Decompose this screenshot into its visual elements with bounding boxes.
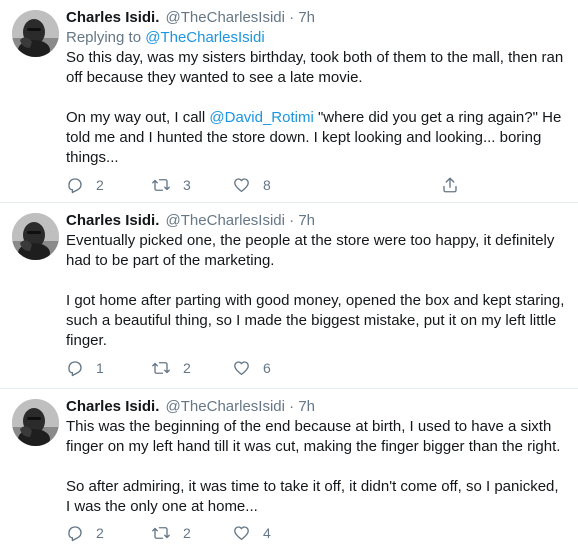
tweet-paragraph: I got home after parting with good money…	[66, 292, 565, 349]
avatar[interactable]	[12, 213, 59, 260]
like-count: 8	[263, 177, 271, 193]
retweet-icon	[152, 362, 170, 374]
tweet-text: Eventually picked one, the people at the…	[66, 231, 566, 351]
reply-count: 1	[96, 360, 104, 376]
user-handle[interactable]: @TheCharlesIsidi	[166, 9, 285, 26]
avatar-photo	[12, 10, 59, 57]
retweet-count: 2	[183, 525, 191, 541]
retweet-icon	[152, 179, 170, 191]
tweet-text: So this day, was my sisters birthday, to…	[66, 48, 566, 168]
reply-button[interactable]: 1	[66, 358, 104, 378]
tweet-paragraph: So after admiring, it was time to take i…	[66, 478, 559, 515]
replying-to-label: Replying to	[66, 29, 142, 46]
tweet[interactable]: Charles Isidi. @TheCharlesIsidi · 7h Eve…	[0, 203, 578, 389]
tweet-actions: 2 3 8	[66, 175, 566, 195]
tweet-paragraph: So this day, was my sisters birthday, to…	[66, 49, 564, 86]
tweet-paragraph: On my way out, I call @David_Rotimi "whe…	[66, 108, 566, 168]
tweet-text-segment: On my way out, I call	[66, 109, 210, 126]
timestamp[interactable]: 7h	[298, 9, 315, 26]
like-count: 6	[263, 360, 271, 376]
timestamp[interactable]: 7h	[298, 398, 315, 415]
like-button[interactable]: 6	[232, 358, 271, 378]
heart-icon	[234, 526, 249, 541]
retweet-count: 3	[183, 177, 191, 193]
avatar-photo	[12, 399, 59, 446]
heart-icon	[234, 361, 249, 376]
separator-dot: ·	[289, 9, 295, 26]
share-button[interactable]	[441, 175, 459, 195]
user-handle[interactable]: @TheCharlesIsidi	[166, 212, 285, 229]
replying-to: Replying to @TheCharlesIsidi	[66, 28, 566, 48]
like-button[interactable]: 8	[232, 175, 271, 195]
retweet-count: 2	[183, 360, 191, 376]
retweet-icon	[152, 527, 170, 539]
reply-button[interactable]: 2	[66, 175, 104, 195]
tweet-actions: 1 2 6	[66, 358, 566, 378]
tweet[interactable]: Charles Isidi. @TheCharlesIsidi · 7h Thi…	[0, 389, 578, 551]
tweet-paragraph: This was the beginning of the end becaus…	[66, 418, 561, 455]
retweet-button[interactable]: 2	[151, 358, 191, 378]
avatar-photo	[12, 213, 59, 260]
reply-icon	[68, 178, 82, 194]
retweet-button[interactable]: 2	[151, 523, 191, 543]
tweet-thread: Charles Isidi. @TheCharlesIsidi · 7h Rep…	[0, 0, 578, 551]
mention-link[interactable]: @David_Rotimi	[209, 109, 313, 126]
separator-dot: ·	[289, 212, 295, 229]
tweet-text: This was the beginning of the end becaus…	[66, 417, 566, 517]
reply-count: 2	[96, 525, 104, 541]
avatar[interactable]	[12, 399, 59, 446]
replying-to-handle-link[interactable]: @TheCharlesIsidi	[145, 29, 264, 46]
share-icon	[443, 177, 457, 193]
timestamp[interactable]: 7h	[298, 212, 315, 229]
avatar[interactable]	[12, 10, 59, 57]
display-name[interactable]: Charles Isidi.	[66, 212, 159, 229]
tweet-actions: 2 2 4	[66, 523, 566, 543]
reply-icon	[68, 361, 82, 377]
like-button[interactable]: 4	[232, 523, 271, 543]
retweet-button[interactable]: 3	[151, 175, 191, 195]
heart-icon	[234, 178, 249, 193]
separator-dot: ·	[289, 398, 295, 415]
tweet[interactable]: Charles Isidi. @TheCharlesIsidi · 7h Rep…	[0, 0, 578, 203]
like-count: 4	[263, 525, 271, 541]
reply-icon	[68, 526, 82, 542]
reply-count: 2	[96, 177, 104, 193]
reply-button[interactable]: 2	[66, 523, 104, 543]
tweet-paragraph: Eventually picked one, the people at the…	[66, 232, 555, 269]
display-name[interactable]: Charles Isidi.	[66, 398, 159, 415]
display-name[interactable]: Charles Isidi.	[66, 9, 159, 26]
user-handle[interactable]: @TheCharlesIsidi	[166, 398, 285, 415]
